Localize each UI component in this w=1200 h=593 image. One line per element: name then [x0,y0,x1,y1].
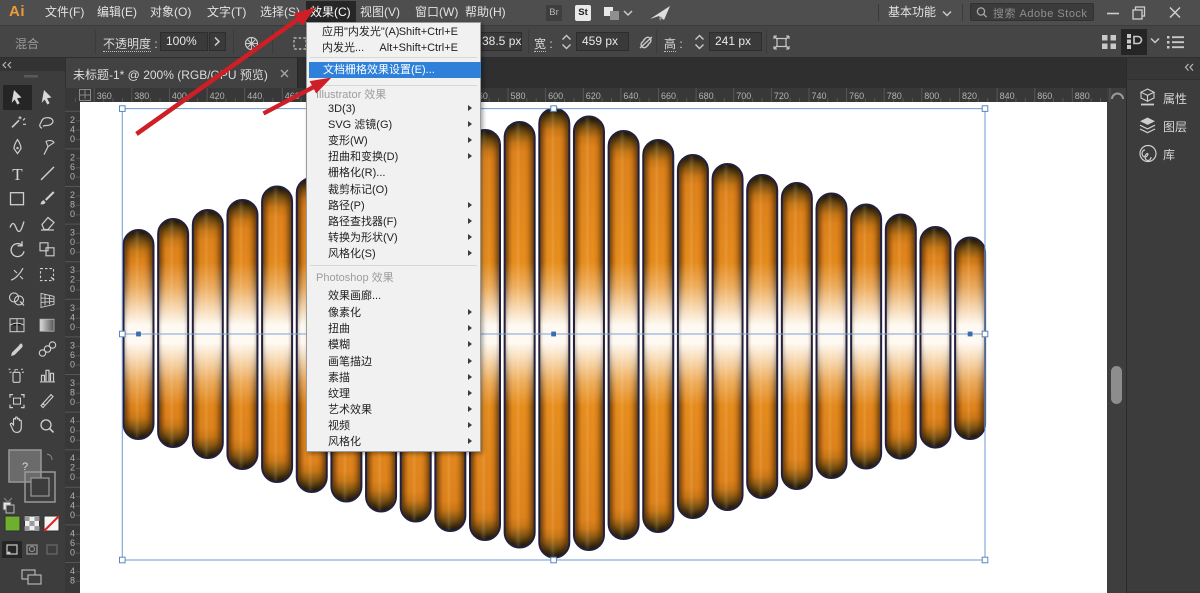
svg-text:0: 0 [70,237,75,247]
svg-text:6: 6 [70,162,75,172]
svg-text:0: 0 [70,209,75,219]
svg-text:6: 6 [70,538,75,548]
svg-text:2: 2 [70,115,75,125]
svg-text:6: 6 [70,350,75,360]
svg-text:T: T [12,165,23,184]
svg-text:3: 3 [70,340,75,350]
svg-text:4: 4 [70,491,75,501]
svg-text:800: 800 [924,91,939,101]
svg-text:0: 0 [70,425,75,435]
svg-text:3: 3 [70,228,75,238]
svg-text:580: 580 [511,91,526,101]
svg-text:660: 660 [661,91,676,101]
svg-text:3: 3 [70,303,75,313]
svg-text:0: 0 [70,359,75,369]
svg-text:620: 620 [586,91,601,101]
svg-text:2: 2 [70,152,75,162]
svg-text:440: 440 [247,91,262,101]
svg-text:0: 0 [70,397,75,407]
svg-text:0: 0 [70,134,75,144]
svg-text:4: 4 [70,124,75,134]
svg-text:4: 4 [70,453,75,463]
svg-text:860: 860 [1037,91,1052,101]
svg-text:460: 460 [285,91,300,101]
svg-text:640: 640 [623,91,638,101]
svg-text:600: 600 [548,91,563,101]
svg-text:820: 820 [962,91,977,101]
svg-text:4: 4 [70,416,75,426]
svg-text:8: 8 [70,576,75,586]
svg-text:840: 840 [1000,91,1015,101]
svg-text:760: 760 [849,91,864,101]
svg-text:3: 3 [70,265,75,275]
svg-text:780: 780 [887,91,902,101]
svg-text:680: 680 [699,91,714,101]
svg-text:380: 380 [134,91,149,101]
svg-text:0: 0 [70,472,75,482]
svg-text:2: 2 [70,275,75,285]
svg-text:0: 0 [70,435,75,445]
svg-text:2: 2 [70,463,75,473]
svg-text:880: 880 [1075,91,1090,101]
svg-text:0: 0 [70,510,75,520]
svg-text:8: 8 [70,388,75,398]
svg-text:8: 8 [70,200,75,210]
svg-text:4: 4 [70,528,75,538]
svg-text:740: 740 [812,91,827,101]
svg-text:700: 700 [736,91,751,101]
svg-text:0: 0 [70,284,75,294]
svg-text:420: 420 [210,91,225,101]
svg-text:0: 0 [70,247,75,257]
svg-text:0: 0 [70,547,75,557]
svg-text:360: 360 [97,91,112,101]
svg-text:?: ? [22,461,28,473]
svg-text:4: 4 [70,312,75,322]
svg-text:400: 400 [172,91,187,101]
svg-text:0: 0 [70,322,75,332]
svg-text:4: 4 [70,566,75,576]
svg-text:0: 0 [70,171,75,181]
svg-text:720: 720 [774,91,789,101]
svg-text:3: 3 [70,378,75,388]
svg-text:4: 4 [70,500,75,510]
svg-text:2: 2 [70,190,75,200]
